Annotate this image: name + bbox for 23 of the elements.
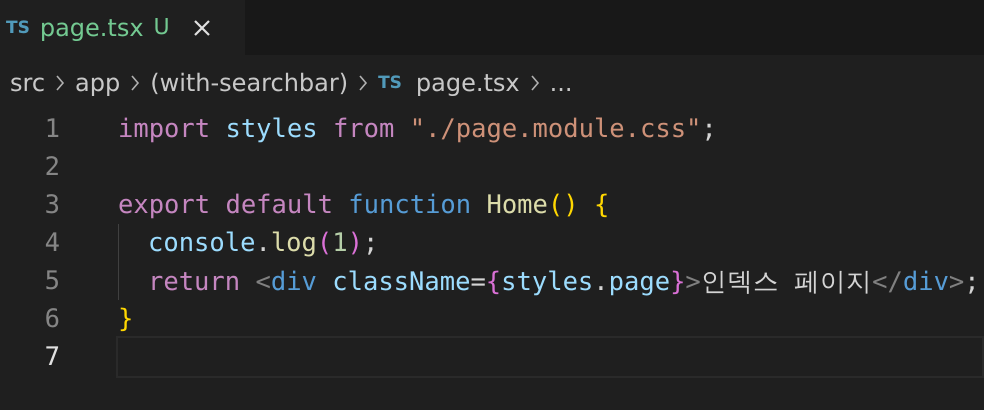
line-number: 4 <box>44 228 60 258</box>
line-number: 2 <box>44 152 60 182</box>
line-number: 5 <box>44 266 60 296</box>
close-icon[interactable] <box>192 18 212 38</box>
line-number: 3 <box>44 190 60 220</box>
breadcrumb-item[interactable]: ... <box>550 68 572 96</box>
breadcrumb-item[interactable]: (with-searchbar) <box>150 68 348 96</box>
chevron-icon <box>55 74 66 92</box>
editor-tab[interactable]: TS page.tsx U <box>0 0 245 55</box>
chevron-icon <box>130 74 140 92</box>
breadcrumb-item[interactable]: src <box>10 68 46 96</box>
line-number: 7 <box>44 342 60 372</box>
line-number: 1 <box>44 114 60 144</box>
code-line: return <div className={styles.page}>인덱스 페이지</div>; <box>147 266 980 298</box>
code-line: export default function Home() { <box>118 190 610 220</box>
breadcrumb-item[interactable]: TS page.tsx <box>378 68 520 96</box>
breadcrumb-item[interactable]: app <box>75 68 120 96</box>
line-number: 6 <box>44 304 60 334</box>
chevron-icon <box>358 74 368 92</box>
code-line: } <box>118 304 134 334</box>
code-line: console.log(1); <box>147 228 378 258</box>
chevron-icon <box>530 74 540 92</box>
code-line: import styles from "./page.module.css"; <box>118 114 717 144</box>
